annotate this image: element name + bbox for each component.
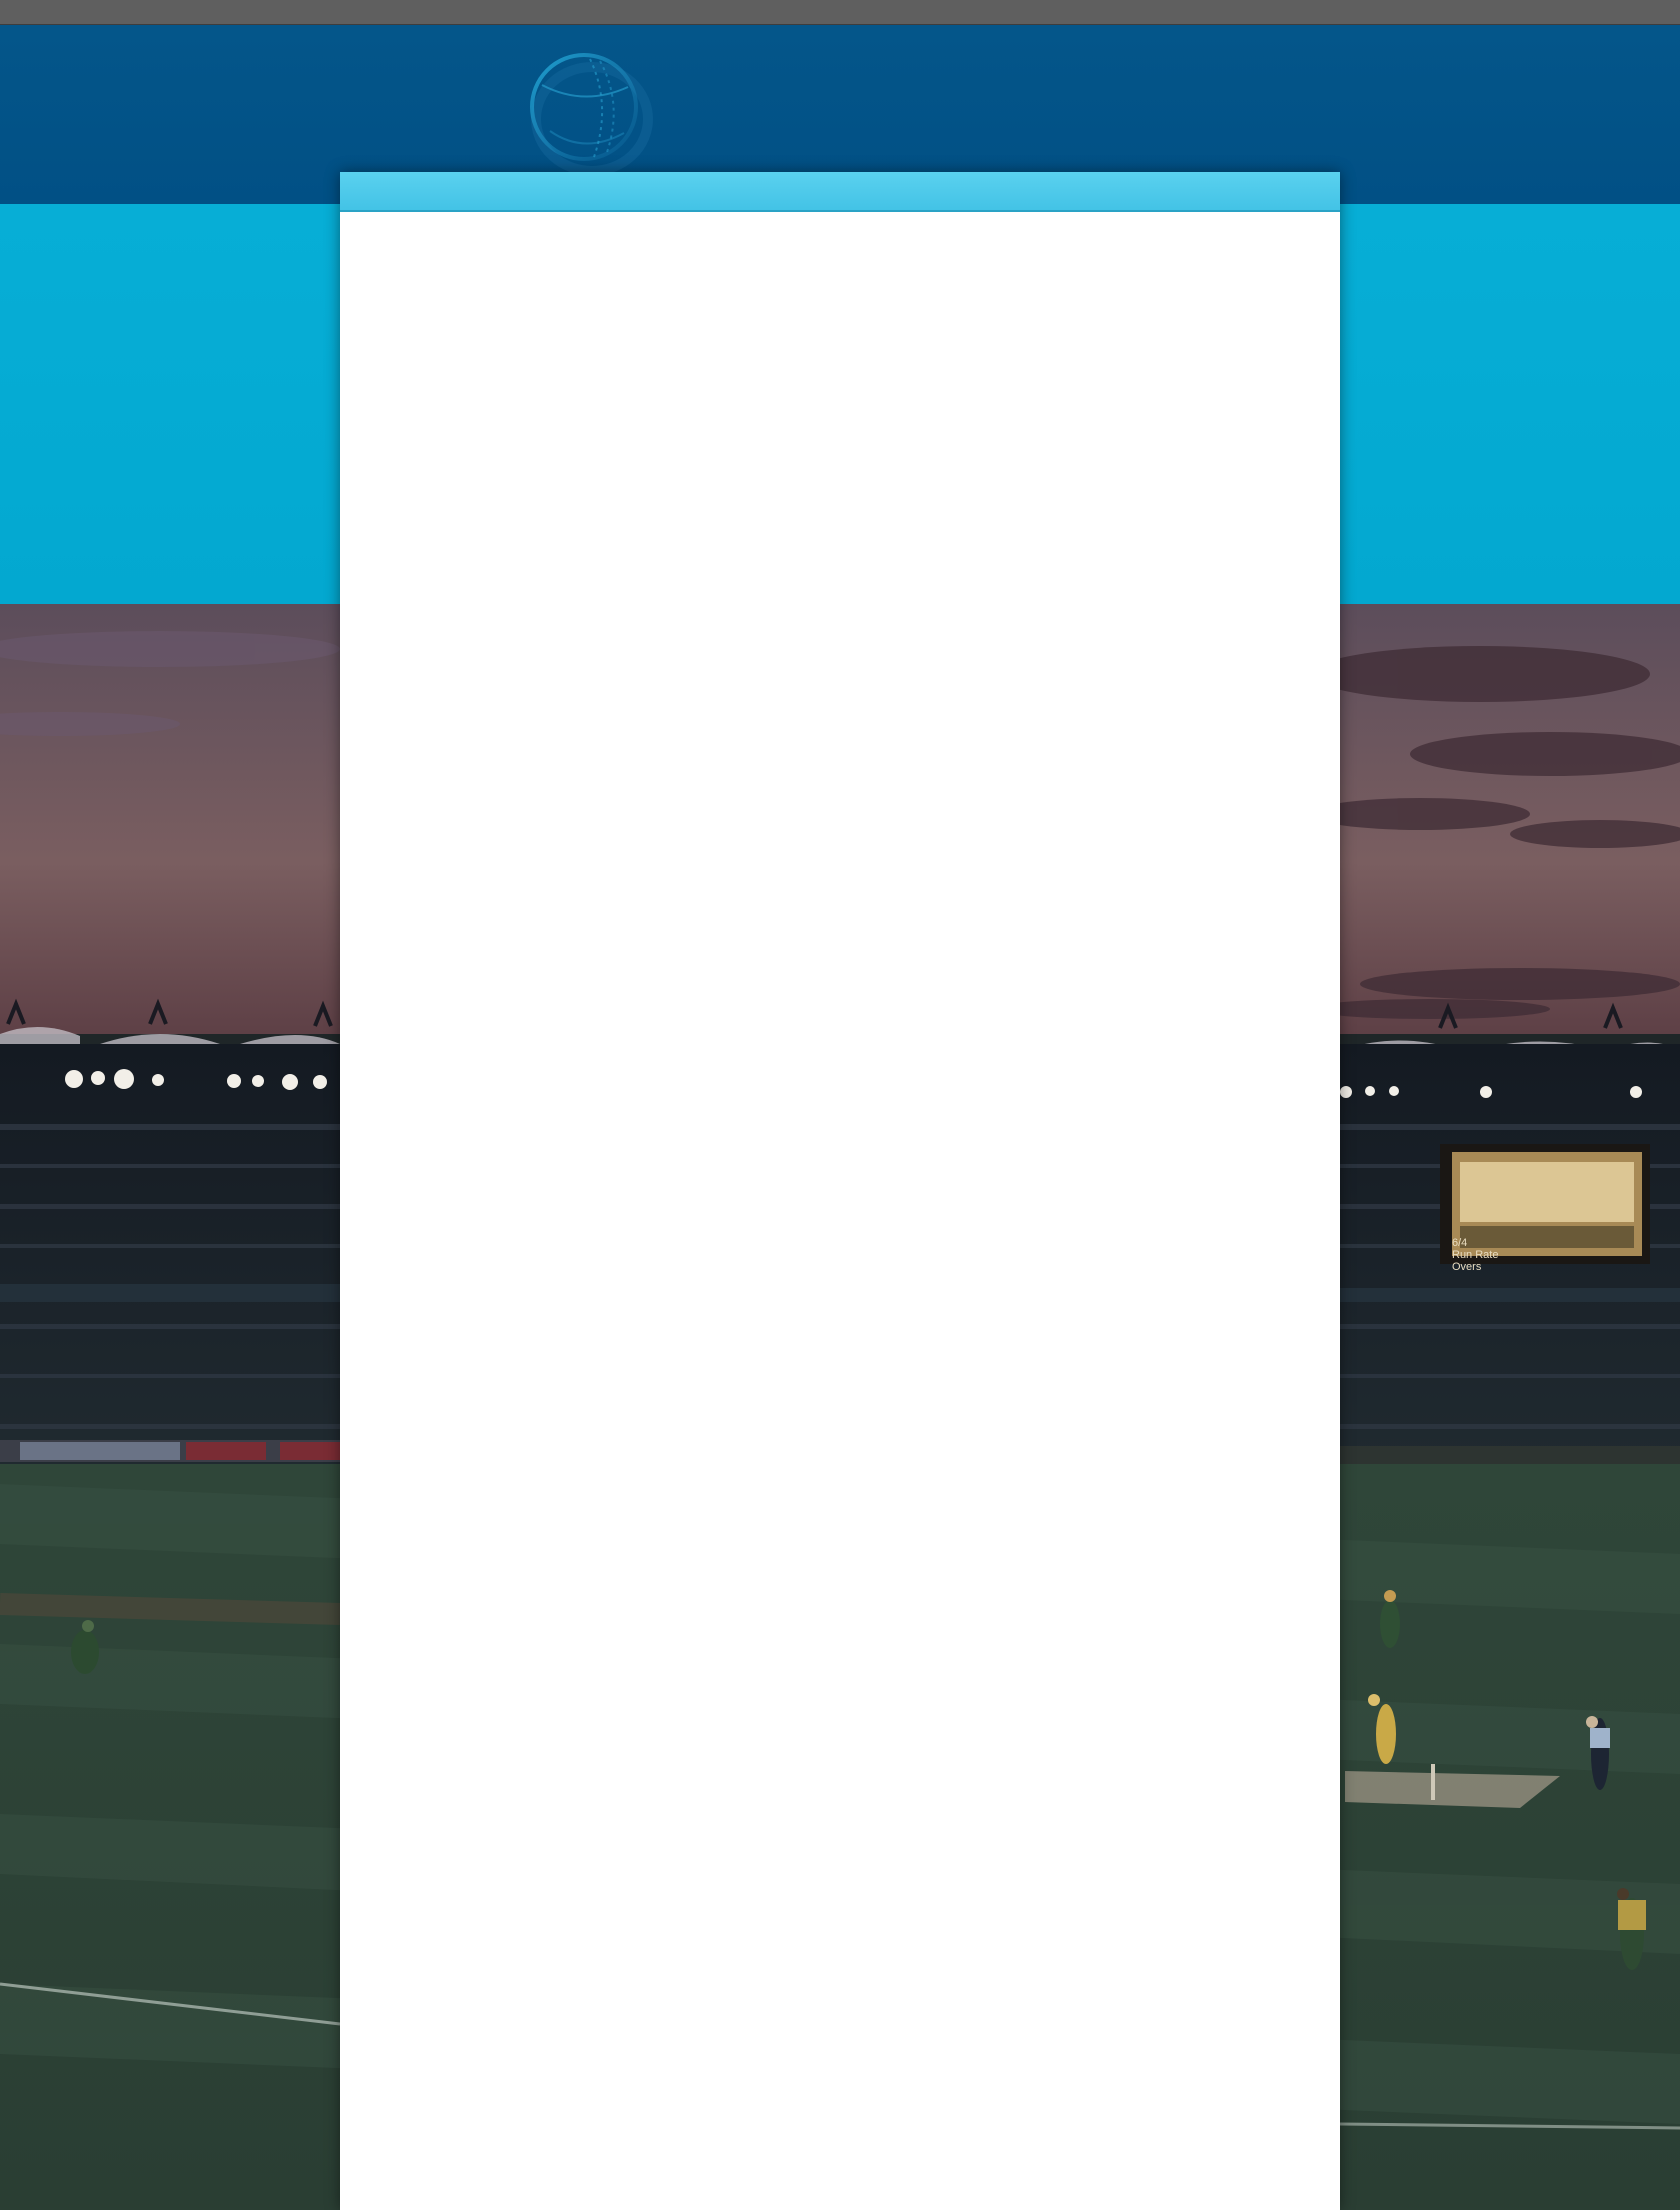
browser-top-strip (0, 0, 1680, 25)
page: 6/4 Run Rate Overs (0, 0, 1680, 2210)
content-card-header-bar (340, 172, 1340, 212)
cricket-ball-icon (520, 47, 665, 177)
content-card-body (340, 212, 1340, 2210)
scoreboard-line-2: Run Rate (1452, 1249, 1498, 1261)
scoreboard-line-1: 6/4 (1452, 1237, 1467, 1249)
scoreboard-line-3: Overs (1452, 1261, 1482, 1273)
content-card (340, 172, 1340, 2210)
